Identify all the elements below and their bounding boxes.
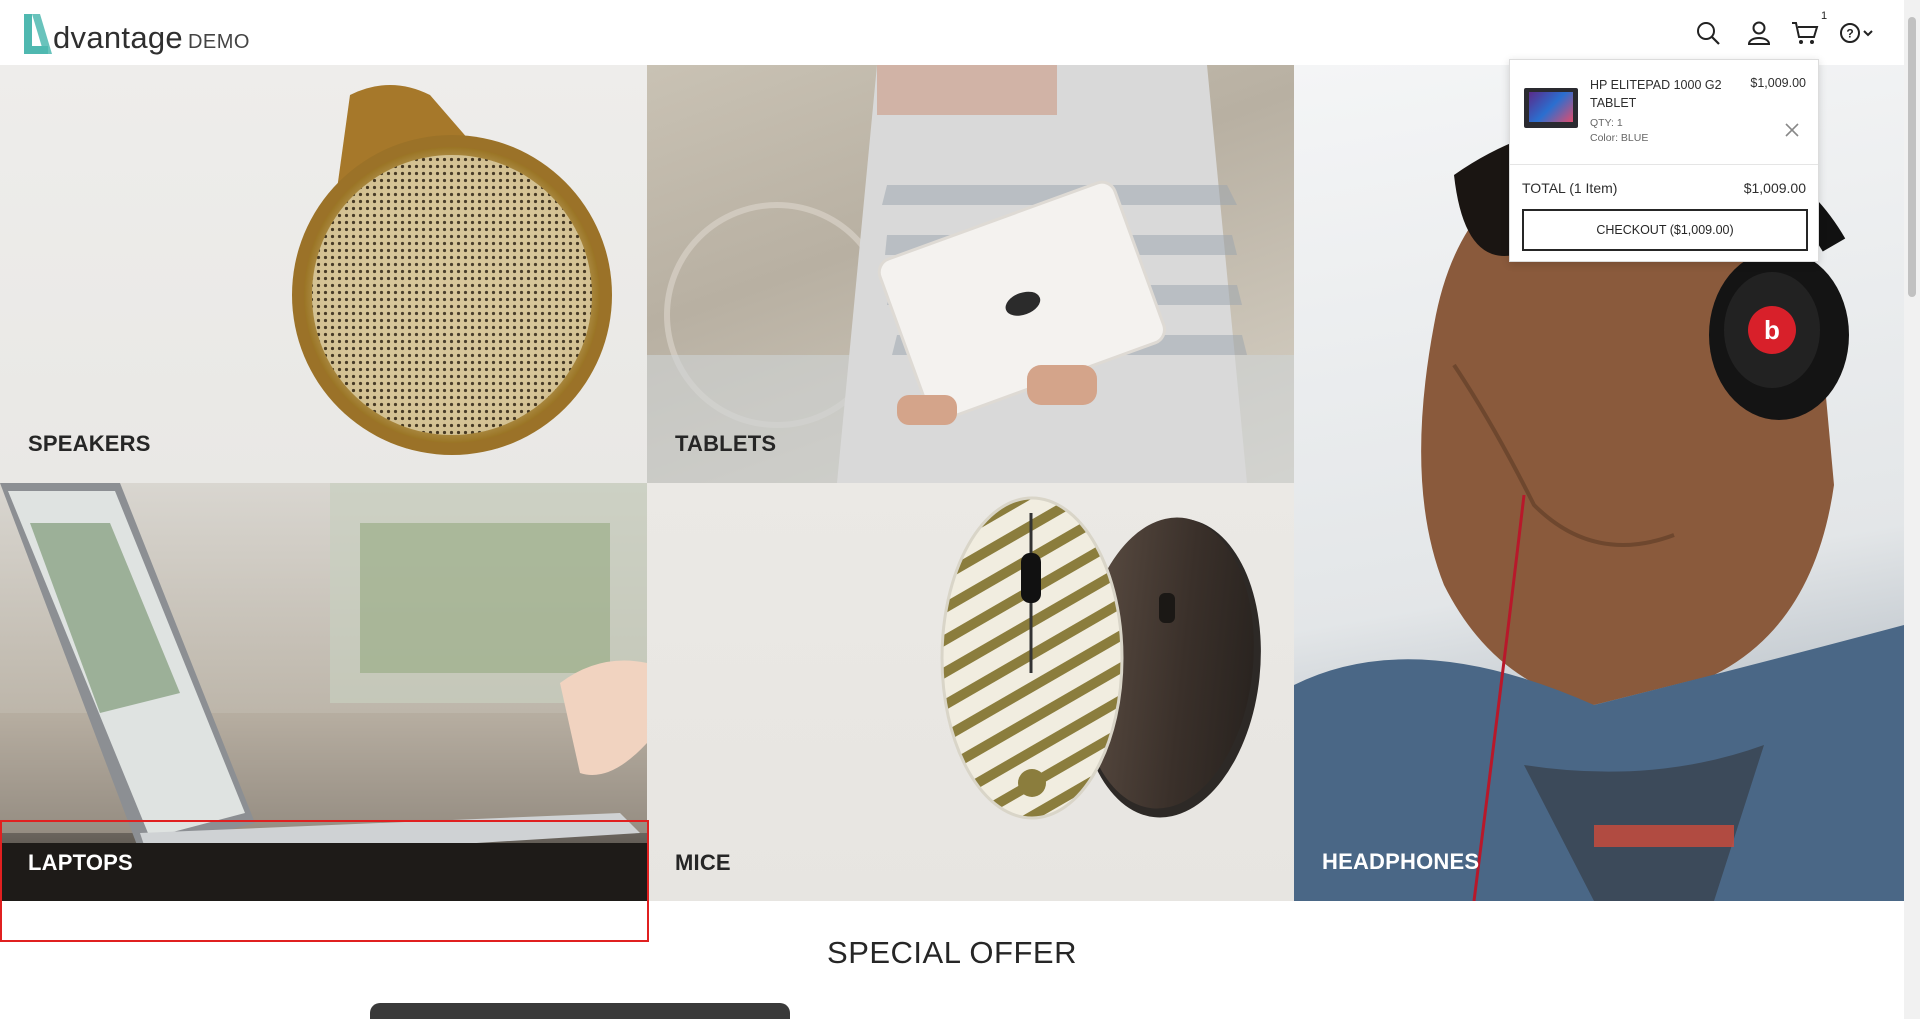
speaker-image [292,85,612,455]
logo-mark-icon [24,14,52,54]
cart-count-badge: 1 [1821,10,1828,22]
site-header: dvantage DEMO 1 ? [0,0,1904,65]
category-label-laptops: LAPTOPS [28,850,133,875]
laptop-image [0,483,647,901]
cart-total-label: TOTAL (1 Item) [1522,180,1618,196]
search-icon[interactable] [1693,18,1723,48]
help-menu[interactable]: ? [1838,18,1874,48]
category-tile-tablets[interactable]: TABLETS [647,65,1294,483]
cart-total-value: $1,009.00 [1743,180,1806,196]
svg-text:b: b [1764,315,1780,345]
cart-divider [1510,164,1818,165]
category-label-speakers: SPEAKERS [28,431,151,456]
checkout-button[interactable]: CHECKOUT ($1,009.00) [1522,209,1808,251]
category-label-tablets: TABLETS [675,431,777,456]
cart-item-color: Color: BLUE [1590,132,1649,144]
cart-item-price: $1,009.00 [1750,76,1806,90]
remove-item-close-icon[interactable] [1784,122,1800,138]
category-tile-speakers[interactable]: SPEAKERS [0,65,647,483]
page-scrollbar[interactable] [1904,0,1920,1019]
mice-image [940,496,1261,820]
category-label-headphones: HEADPHONES [1322,849,1480,874]
advantage-logo[interactable]: dvantage DEMO [22,8,250,56]
cart-item-qty: QTY: 1 [1590,117,1623,129]
cart-item-name[interactable]: HP ELITEPAD 1000 G2 TABLET [1590,76,1730,112]
category-label-mice: MICE [675,850,731,875]
help-icon: ? [1840,23,1873,43]
logo-text: dvantage [53,20,183,55]
category-tile-laptops[interactable]: LAPTOPS [0,483,647,901]
cart-icon[interactable] [1790,18,1820,48]
special-offer-heading: SPECIAL OFFER [827,935,1077,970]
scrollbar-thumb[interactable] [1908,17,1916,297]
special-offer-product-image [370,1003,790,1019]
svg-text:?: ? [1846,27,1853,41]
cart-popup: HP ELITEPAD 1000 G2 TABLET $1,009.00 QTY… [1509,59,1819,262]
user-icon[interactable] [1744,18,1774,48]
tablet-image [647,65,1294,483]
cart-item-thumbnail[interactable] [1524,88,1578,128]
logo-suffix: DEMO [187,31,250,53]
category-tile-mice[interactable]: MICE [647,483,1294,901]
